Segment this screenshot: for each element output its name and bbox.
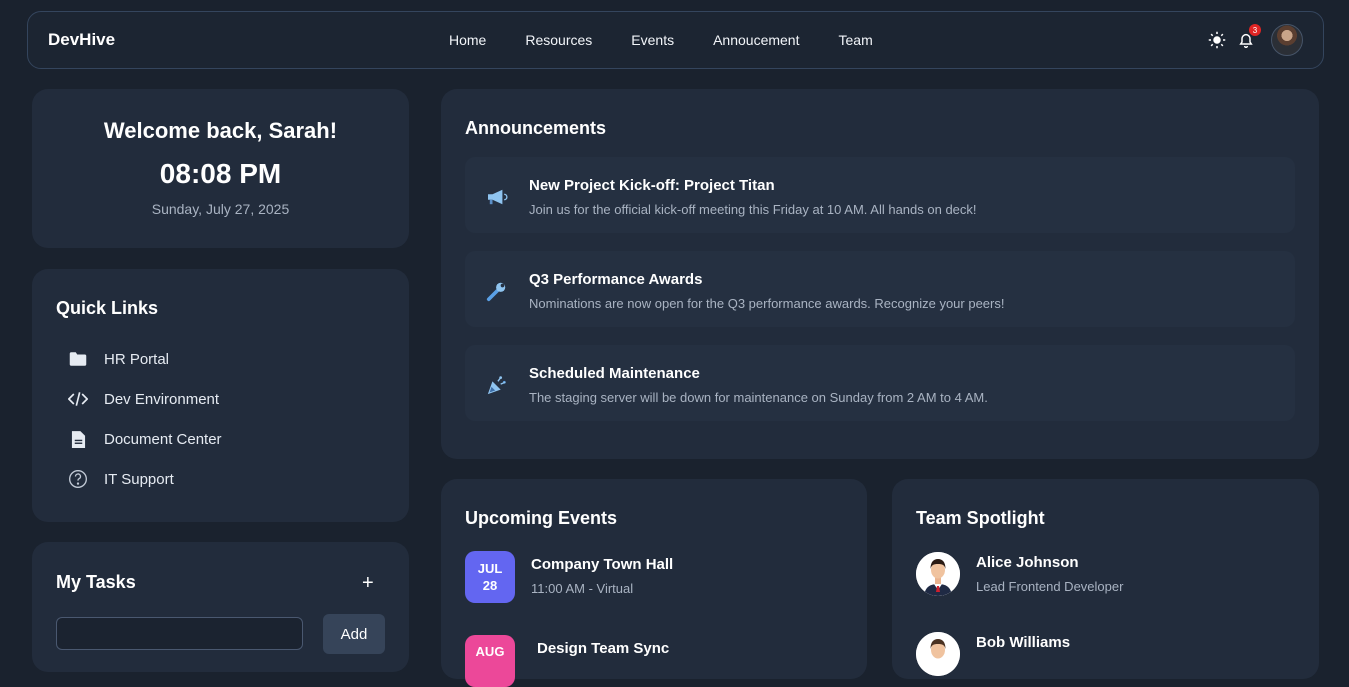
announcement-title: Scheduled Maintenance — [529, 365, 700, 382]
announcements-title: Announcements — [465, 118, 607, 138]
team-member-avatar — [916, 632, 960, 676]
notification-badge: 3 — [1249, 24, 1261, 36]
notifications-bell-icon[interactable]: 3 — [1236, 24, 1261, 50]
welcome-greeting: Welcome back, Sarah! — [103, 118, 338, 143]
wrench-icon — [486, 280, 508, 302]
nav-link-announcement[interactable]: Annoucement — [713, 32, 799, 48]
current-time: 08:08 PM — [159, 158, 282, 189]
team-member-name: Bob Williams — [976, 634, 1071, 651]
nav-link-team[interactable]: Team — [839, 32, 873, 48]
quick-link-dev-environment[interactable]: Dev Environment — [68, 379, 222, 419]
welcome-card: Welcome back, Sarah! 08:08 PM Sunday, Ju… — [32, 89, 409, 248]
quick-links-list: HR Portal Dev Environment Document Cente… — [68, 339, 222, 499]
code-icon — [68, 389, 88, 409]
announcement-item[interactable]: Q3 Performance Awards Nominations are no… — [465, 251, 1295, 327]
event-title: Design Team Sync — [537, 640, 670, 657]
team-spotlight-title: Team Spotlight — [916, 508, 1045, 528]
event-month: JUL — [477, 561, 503, 576]
document-icon — [68, 429, 88, 449]
announcement-desc: Join us for the official kick-off meetin… — [529, 202, 977, 217]
announcement-title: New Project Kick-off: Project Titan — [529, 177, 775, 194]
announcement-desc: Nominations are now open for the Q3 perf… — [529, 296, 1005, 311]
upcoming-events-title: Upcoming Events — [465, 508, 618, 528]
event-day: 28 — [482, 578, 498, 593]
team-spotlight-card: Team Spotlight Alice Johnson Lead Fronte… — [892, 479, 1319, 679]
new-task-input[interactable] — [56, 617, 303, 650]
my-tasks-title: My Tasks — [56, 572, 136, 592]
quick-link-label: HR Portal — [104, 350, 170, 368]
announcement-item[interactable]: Scheduled Maintenance The staging server… — [465, 345, 1295, 421]
add-task-plus-icon[interactable]: + — [362, 572, 374, 595]
quick-link-document-center[interactable]: Document Center — [68, 419, 222, 459]
upcoming-events-card: Upcoming Events JUL 28 Company Town Hall… — [441, 479, 867, 687]
my-tasks-card: My Tasks + Add — [32, 542, 409, 672]
team-member-role: Lead Frontend Developer — [976, 579, 1124, 594]
current-date: Sunday, July 27, 2025 — [151, 201, 290, 217]
event-date-badge: AUG — [465, 635, 515, 687]
quick-links-card: Quick Links HR Portal Dev Environment Do… — [32, 269, 409, 522]
announcement-desc: The staging server will be down for main… — [529, 390, 988, 405]
event-item[interactable]: JUL 28 Company Town Hall 11:00 AM - Virt… — [465, 551, 673, 603]
team-member-item[interactable]: Alice Johnson Lead Frontend Developer — [916, 552, 1123, 596]
user-avatar[interactable] — [1271, 24, 1303, 56]
announcement-item[interactable]: New Project Kick-off: Project Titan Join… — [465, 157, 1295, 233]
announcement-title: Q3 Performance Awards — [529, 271, 703, 288]
nav-actions: 3 — [1207, 24, 1303, 56]
team-member-avatar — [916, 552, 960, 596]
quick-links-title: Quick Links — [56, 298, 159, 318]
brand-logo[interactable]: DevHive — [48, 30, 115, 50]
quick-link-hr-portal[interactable]: HR Portal — [68, 339, 222, 379]
nav-link-resources[interactable]: Resources — [525, 32, 592, 48]
add-task-button[interactable]: Add — [323, 614, 385, 654]
top-navbar: DevHive Home Resources Events Annoucemen… — [27, 11, 1324, 69]
theme-toggle-sun-icon[interactable] — [1207, 30, 1227, 50]
party-popper-icon — [486, 374, 508, 396]
event-item[interactable]: AUG Design Team Sync — [465, 635, 669, 687]
announcements-card: Announcements New Project Kick-off: Proj… — [441, 89, 1319, 459]
nav-links: Home Resources Events Annoucement Team — [449, 32, 912, 48]
quick-link-label: IT Support — [104, 470, 174, 488]
quick-link-label: Document Center — [104, 430, 222, 448]
event-date-badge: JUL 28 — [465, 551, 515, 603]
nav-link-events[interactable]: Events — [631, 32, 674, 48]
event-details: 11:00 AM - Virtual — [531, 581, 634, 596]
team-member-item[interactable]: Bob Williams — [916, 632, 1070, 676]
event-title: Company Town Hall — [531, 556, 674, 573]
team-member-name: Alice Johnson — [976, 554, 1079, 571]
megaphone-icon — [486, 186, 508, 208]
question-icon — [68, 469, 88, 489]
quick-link-label: Dev Environment — [104, 390, 220, 408]
nav-link-home[interactable]: Home — [449, 32, 486, 48]
folder-icon — [68, 349, 88, 369]
quick-link-it-support[interactable]: IT Support — [68, 459, 222, 499]
